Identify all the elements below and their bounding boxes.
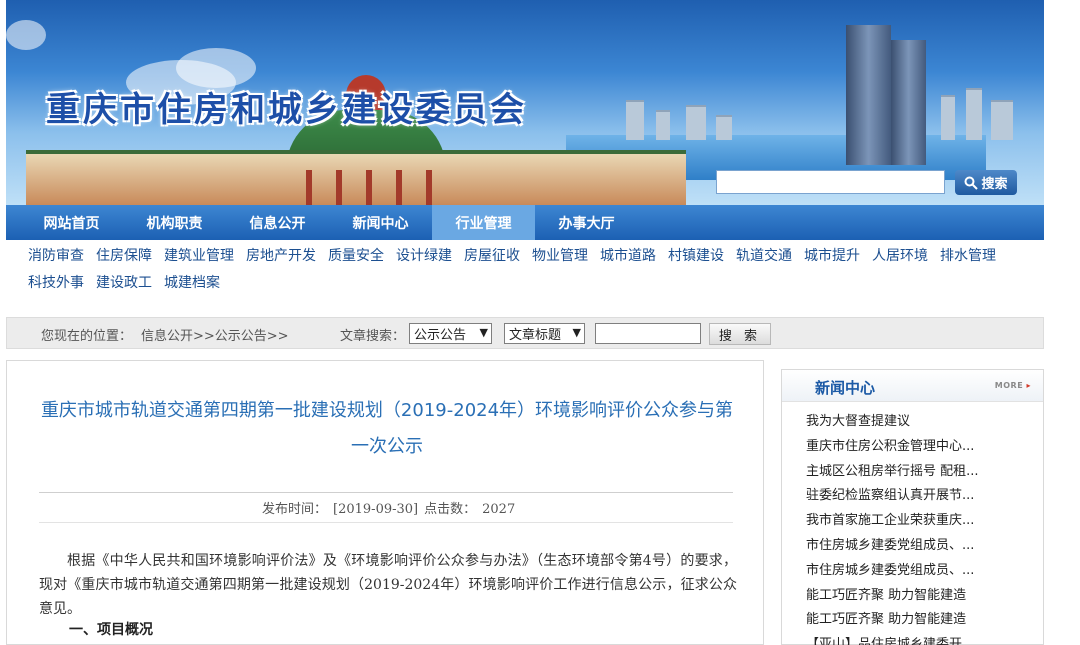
nav-item-news[interactable]: 新闻中心: [329, 205, 432, 240]
site-search-button-label: 搜索: [981, 177, 1008, 192]
site-title: 重庆市住房和城乡建设委员会: [46, 90, 527, 130]
skyscraper-image: [846, 25, 891, 165]
keyword-input[interactable]: [595, 323, 701, 344]
article-body: 根据《中华人民共和国环境影响评价法》及《环境影响评价公众参与办法》（生态环境部令…: [39, 553, 737, 617]
news-item[interactable]: 市住房城乡建委党组成员、...: [806, 534, 1036, 559]
subnav-item[interactable]: 城建档案: [164, 270, 220, 297]
nav-item-home[interactable]: 网站首页: [20, 205, 123, 240]
subnav-item[interactable]: 质量安全: [328, 243, 384, 270]
subnav-item[interactable]: 轨道交通: [736, 243, 792, 270]
subnav-item[interactable]: 房屋征收: [464, 243, 520, 270]
building-image: [686, 105, 706, 140]
field-select-value: 文章标题: [509, 328, 562, 343]
building-image: [656, 110, 670, 140]
news-sidebar: 新闻中心 MORE ▸ 我为大督查提建议 重庆市住房公积金管理中心... 主城区…: [781, 369, 1044, 645]
subnav-item[interactable]: 建设政工: [96, 270, 152, 297]
article-search-label: 文章搜索：: [340, 329, 406, 344]
skyscraper-image: [891, 40, 926, 165]
building-image: [941, 95, 955, 140]
news-item[interactable]: 【亚山】品住房城乡建委开...: [806, 633, 1036, 645]
news-item[interactable]: 能工巧匠齐聚 助力智能建造: [806, 584, 1036, 609]
subnav-item[interactable]: 科技外事: [28, 270, 84, 297]
main-nav: 网站首页 机构职责 信息公开 新闻中心 行业管理 办事大厅: [6, 205, 1044, 240]
article-search-button[interactable]: 搜 索: [709, 323, 771, 345]
publish-label: 发布时间：: [262, 502, 328, 517]
subnav-item[interactable]: 消防审查: [28, 243, 84, 270]
pillar-image: [366, 170, 372, 205]
nav-item-service-hall[interactable]: 办事大厅: [535, 205, 638, 240]
category-select-value: 公示公告: [414, 328, 467, 343]
subnav-item[interactable]: 住房保障: [96, 243, 152, 270]
subnav-item[interactable]: 物业管理: [532, 243, 588, 270]
category-select[interactable]: 公示公告 ▼: [409, 323, 492, 344]
nav-item-info-disclosure[interactable]: 信息公开: [226, 205, 329, 240]
more-link[interactable]: MORE ▸: [995, 381, 1031, 390]
sidebar-header: 新闻中心 MORE ▸: [782, 370, 1043, 402]
chevron-down-icon: ▼: [572, 326, 581, 339]
news-item[interactable]: 我市首家施工企业荣获重庆...: [806, 509, 1036, 534]
click-count: 2027: [482, 502, 516, 517]
publish-date: [2019-09-30]: [333, 502, 419, 517]
article-panel: 重庆市城市轨道交通第四期第一批建设规划（2019-2024年）环境影响评价公众参…: [6, 360, 764, 645]
building-image: [626, 100, 644, 140]
building-image: [716, 115, 732, 140]
building-image: [966, 88, 982, 140]
arrow-right-icon: ▸: [1026, 381, 1031, 390]
news-item[interactable]: 能工巧匠齐聚 助力智能建造: [806, 608, 1036, 633]
building-image: [991, 100, 1013, 140]
more-link-label: MORE: [994, 381, 1024, 390]
subnav-item[interactable]: 房地产开发: [246, 243, 316, 270]
divider: [39, 492, 733, 493]
nav-item-industry[interactable]: 行业管理: [432, 205, 535, 240]
nav-item-duties[interactable]: 机构职责: [123, 205, 226, 240]
divider: [39, 522, 733, 523]
site-search-input[interactable]: [716, 170, 945, 194]
subnav-item[interactable]: 城市提升: [804, 243, 860, 270]
news-item[interactable]: 重庆市住房公积金管理中心...: [806, 435, 1036, 460]
subnav-item[interactable]: 人居环境: [872, 243, 928, 270]
news-item[interactable]: 市住房城乡建委党组成员、...: [806, 559, 1036, 584]
subnav-item[interactable]: 村镇建设: [668, 243, 724, 270]
subnav-item[interactable]: 建筑业管理: [164, 243, 234, 270]
location-label: 您现在的位置：: [41, 329, 133, 344]
sidebar-title: 新闻中心: [815, 379, 876, 397]
pillar-image: [306, 170, 312, 205]
pillar-image: [336, 170, 342, 205]
subnav-item[interactable]: 排水管理: [940, 243, 996, 270]
clicks-label: 点击数：: [424, 502, 477, 517]
news-item[interactable]: 主城区公租房举行摇号 配租...: [806, 460, 1036, 485]
news-list: 我为大督查提建议 重庆市住房公积金管理中心... 主城区公租房举行摇号 配租..…: [806, 410, 1036, 645]
subnav-item[interactable]: 城市道路: [600, 243, 656, 270]
cloud-decoration: [6, 20, 46, 50]
news-item[interactable]: 驻委纪检监察组认真开展节...: [806, 484, 1036, 509]
news-item[interactable]: 我为大督查提建议: [806, 410, 1036, 435]
pillar-image: [396, 170, 402, 205]
search-icon: [964, 176, 979, 190]
section-heading: 一、项目概况: [69, 622, 153, 638]
location-bar: 您现在的位置： 信息公开>>公示公告>> 文章搜索： 公示公告 ▼ 文章标题 ▼…: [6, 317, 1044, 349]
pillar-image: [426, 170, 432, 205]
article-meta: 发布时间： [2019-09-30] 点击数： 2027: [262, 498, 521, 517]
breadcrumb[interactable]: 信息公开>>公示公告>>: [141, 325, 289, 344]
subnav-item[interactable]: 设计绿建: [396, 243, 452, 270]
hall-base-image: [26, 150, 686, 205]
sub-nav: 消防审查 住房保障 建筑业管理 房地产开发 质量安全 设计绿建 房屋征收 物业管理 城市道路 村镇…: [28, 243, 1048, 297]
field-select[interactable]: 文章标题 ▼: [504, 323, 585, 344]
site-search-button[interactable]: 搜索: [955, 170, 1017, 195]
chevron-down-icon: ▼: [479, 326, 488, 339]
article-title: 重庆市城市轨道交通第四期第一批建设规划（2019-2024年）环境影响评价公众参…: [40, 400, 734, 457]
